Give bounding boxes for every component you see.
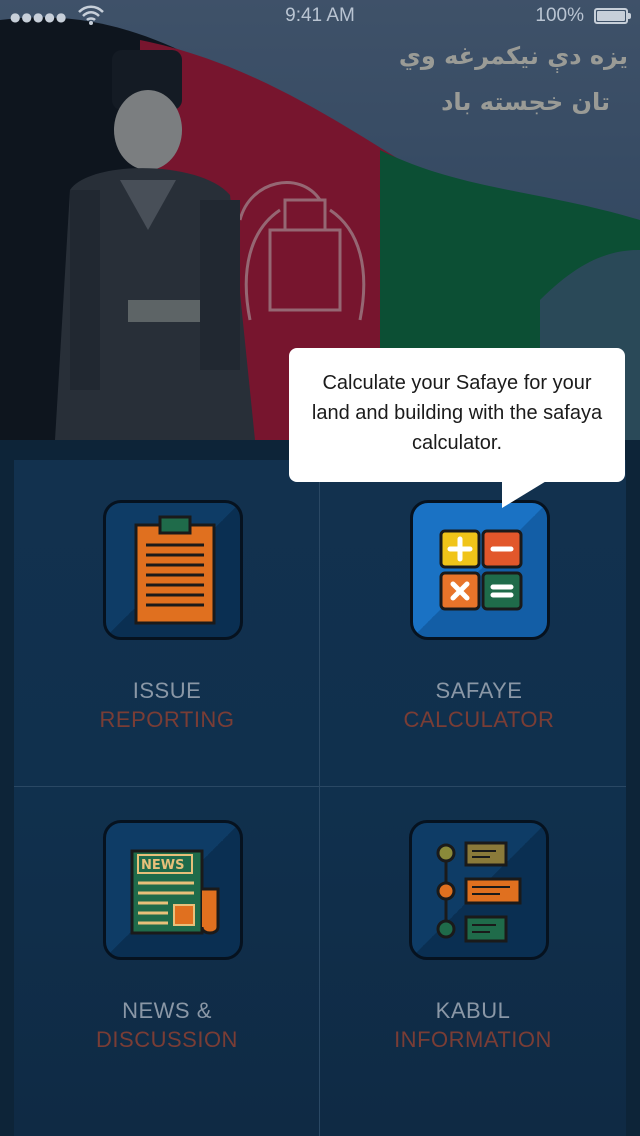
feature-grid: ISSUE REPORTING SAFAYE CALCULATOR NEWS N… xyxy=(14,460,626,1136)
tile-label-primary: ISSUE xyxy=(132,678,202,703)
tile-label-secondary: DISCUSSION xyxy=(96,1027,238,1052)
clipboard-icon xyxy=(103,500,243,640)
tile-label-secondary: REPORTING xyxy=(99,707,235,732)
tile-label-primary: KABUL xyxy=(435,998,511,1023)
safaye-calculator-tile[interactable]: SAFAYE CALCULATOR xyxy=(320,480,626,780)
tile-label-secondary: INFORMATION xyxy=(394,1027,552,1052)
timeline-list-icon xyxy=(409,820,549,960)
kabul-information-tile[interactable]: KABUL INFORMATION xyxy=(320,800,626,1100)
battery-fill xyxy=(597,11,625,21)
grid-divider-horizontal xyxy=(14,786,626,787)
onboarding-tooltip[interactable]: Calculate your Safaye for your land and … xyxy=(289,348,625,482)
issue-reporting-tile[interactable]: ISSUE REPORTING xyxy=(14,480,320,780)
tooltip-pointer xyxy=(502,480,548,508)
tile-label-primary: SAFAYE xyxy=(435,678,523,703)
battery-icon xyxy=(594,8,631,24)
calculator-icon xyxy=(410,500,550,640)
tile-label-secondary: CALCULATOR xyxy=(403,707,555,732)
tooltip-text: Calculate your Safaye for your land and … xyxy=(311,372,603,454)
battery-percent: 100% xyxy=(535,5,584,26)
newspaper-icon: NEWS xyxy=(103,820,243,960)
status-bar: ●●●●● 9:41 AM 100% xyxy=(0,0,640,34)
tile-label-primary: NEWS & xyxy=(122,998,212,1023)
news-discussion-tile[interactable]: NEWS NEWS & DISCUSSION xyxy=(14,800,320,1100)
svg-text:NEWS: NEWS xyxy=(141,858,184,873)
